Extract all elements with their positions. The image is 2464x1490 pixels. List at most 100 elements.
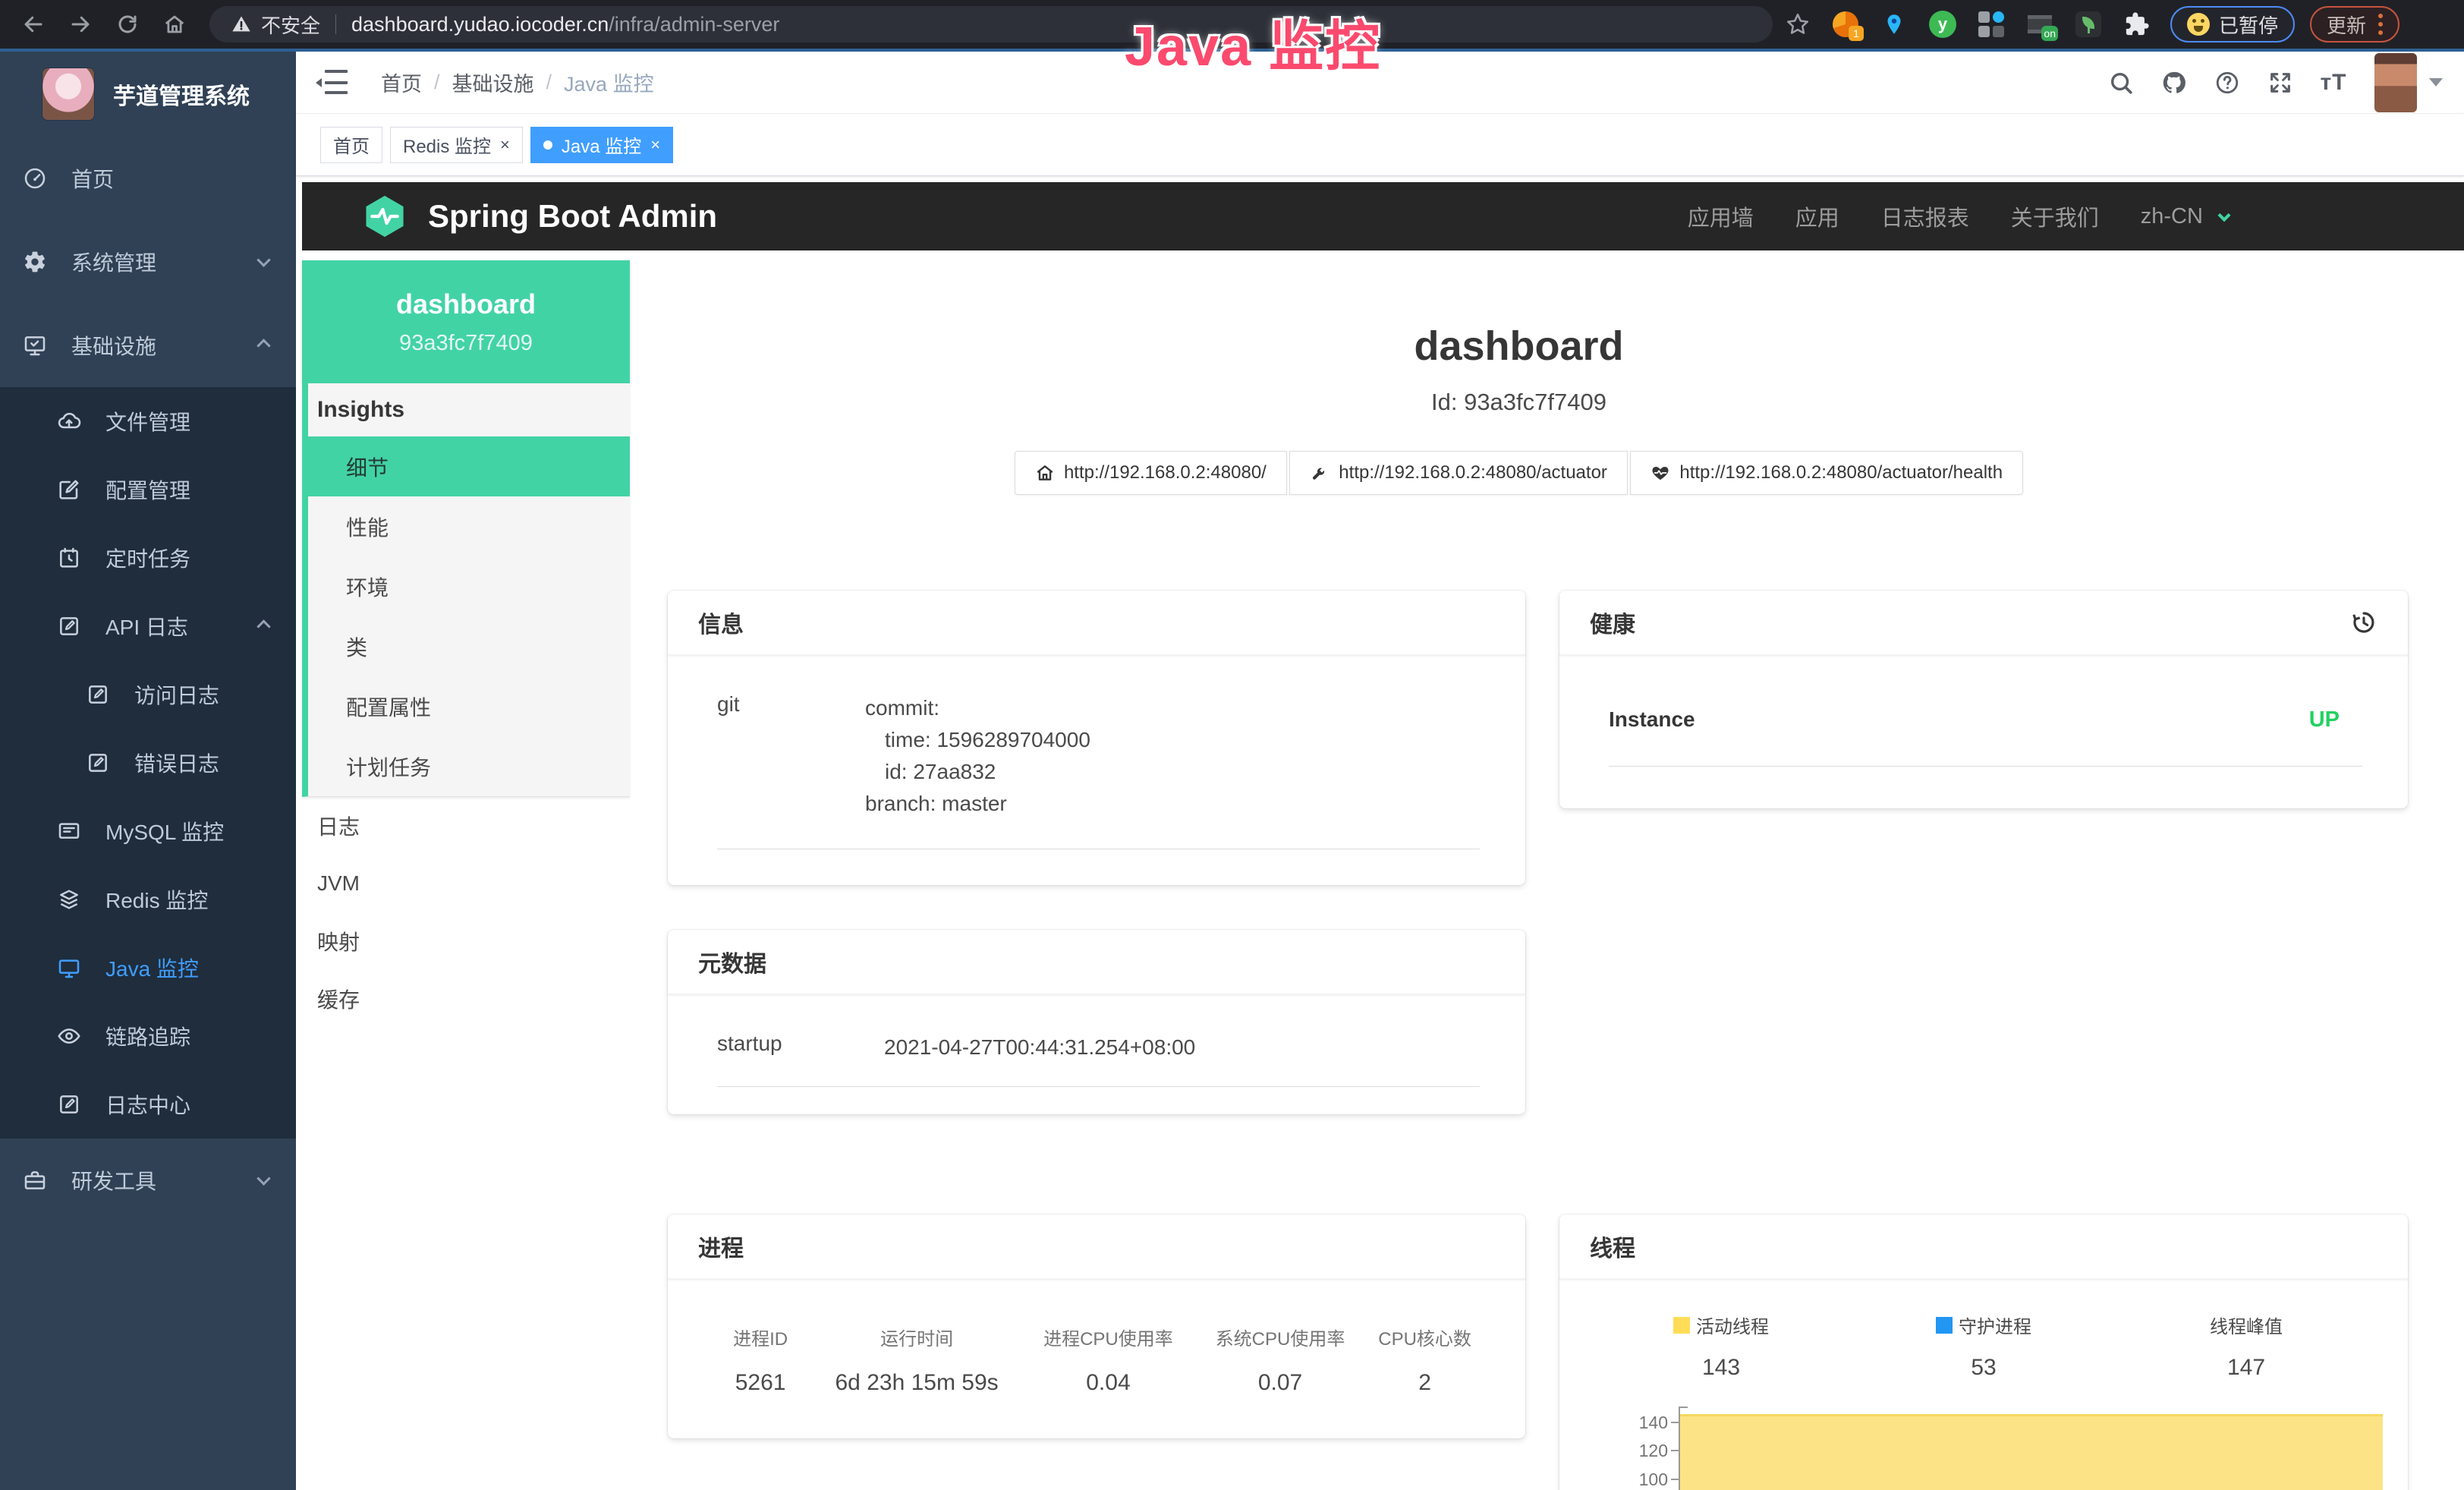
breadcrumb-current: Java 监控 (564, 68, 654, 97)
update-label: 更新 (2327, 11, 2366, 39)
extension-icon-on-switch[interactable]: on (2025, 9, 2055, 39)
sidebar-item-devtools[interactable]: 研发工具 (0, 1139, 296, 1222)
timer-icon (57, 546, 81, 570)
browser-forward-icon[interactable] (67, 11, 94, 38)
extension-icon-green-circle[interactable]: y (1927, 9, 1958, 39)
admin-sidebar: 芋道管理系统 首页 系统管理 基础设施 文件管理 配置管理 (0, 52, 296, 1490)
paused-profile-chip[interactable]: 已暂停 (2170, 6, 2295, 43)
legend-live-threads: 活动线程 143 (1590, 1312, 1852, 1381)
sidebar-item-java-monitor[interactable]: Java 监控 (0, 934, 296, 1002)
git-info-row: git commit: time: 1596289704000 id: 27aa… (717, 692, 1480, 849)
sidebar-item-file-manage[interactable]: 文件管理 (0, 387, 296, 455)
info-card: 信息 git commit: time: 1596289704000 id: 2… (668, 591, 1525, 885)
instance-id: 93a3fc7f7409 (399, 331, 533, 356)
breadcrumb-home[interactable]: 首页 (381, 68, 422, 97)
active-tab-dot (543, 140, 552, 150)
extension-icon-grid[interactable] (1976, 9, 2006, 39)
sidebar-item-redis-monitor[interactable]: Redis 监控 (0, 865, 296, 934)
extension-icon-orange[interactable]: 1 (1830, 9, 1861, 39)
chevron-down-icon (2218, 209, 2231, 222)
browser-back-icon[interactable] (20, 11, 47, 38)
health-url-button[interactable]: http://192.168.0.2:48080/actuator/health (1630, 451, 2023, 495)
sba-side-item-config-props[interactable]: 配置属性 (308, 676, 630, 736)
sba-instance-header[interactable]: dashboard 93a3fc7f7409 (302, 260, 630, 383)
sidebar-item-system[interactable]: 系统管理 (0, 220, 296, 304)
sba-language-select[interactable]: zh-CN (2141, 204, 2229, 229)
sba-nav-journal[interactable]: 日志报表 (1881, 200, 1969, 232)
tags-view-bar: 首页 Redis 监控 × Java 监控 × (296, 114, 2464, 176)
fullscreen-icon[interactable] (2265, 68, 2296, 98)
sba-nav-applications[interactable]: 应用 (1795, 200, 1839, 232)
app-logo-row[interactable]: 芋道管理系统 (0, 52, 296, 137)
tab-close-icon[interactable]: × (650, 137, 660, 153)
sidebar-item-api-log[interactable]: API 日志 (0, 592, 296, 660)
history-icon[interactable] (2350, 609, 2377, 636)
tab-redis-monitor[interactable]: Redis 监控 × (390, 127, 523, 163)
sba-side-item-jvm[interactable]: JVM (302, 855, 630, 912)
sidebar-item-label: 系统管理 (71, 247, 156, 277)
sidebar-item-label: 首页 (71, 163, 114, 194)
extension-icon-sprout[interactable] (2073, 9, 2104, 39)
navbar-actions: ᴛT (2083, 53, 2464, 112)
sidebar-item-error-log[interactable]: 错误日志 (0, 729, 296, 797)
sidebar-item-mysql-monitor[interactable]: MySQL 监控 (0, 797, 296, 865)
live-threads-area (1680, 1414, 2383, 1490)
legend-daemon-threads: 守护进程 53 (1852, 1312, 2115, 1381)
layers-stack-icon (57, 887, 81, 912)
extension-icon-pin[interactable] (1879, 9, 1909, 39)
user-avatar[interactable] (2374, 53, 2417, 112)
extensions-puzzle-icon[interactable] (2122, 9, 2152, 39)
sidebar-item-scheduled-jobs[interactable]: 定时任务 (0, 524, 296, 592)
search-icon[interactable] (2106, 68, 2136, 98)
sba-side-item-environment[interactable]: 环境 (308, 556, 630, 616)
sba-side-item-mappings[interactable]: 映射 (302, 912, 630, 970)
github-icon[interactable] (2159, 68, 2189, 98)
tab-close-icon[interactable]: × (500, 137, 510, 153)
sidebar-item-label: 链路追踪 (105, 1021, 190, 1051)
update-button[interactable]: 更新 (2310, 6, 2399, 43)
browser-menu-kebab-icon[interactable] (2378, 12, 2383, 37)
sba-header: Spring Boot Admin 应用墙 应用 日志报表 关于我们 zh-CN (302, 182, 2464, 250)
app-title: 芋道管理系统 (113, 77, 250, 111)
sidebar-collapse-icon[interactable] (319, 70, 349, 96)
chevron-down-icon (256, 253, 270, 266)
sba-side-item-metrics[interactable]: 性能 (308, 496, 630, 556)
sba-nav-about[interactable]: 关于我们 (2011, 200, 2099, 232)
help-icon[interactable] (2212, 68, 2242, 98)
sidebar-item-label: Java 监控 (105, 953, 199, 983)
live-threads-value: 143 (1590, 1355, 1852, 1381)
caret-down-icon[interactable] (2429, 78, 2443, 87)
actuator-url-button[interactable]: http://192.168.0.2:48080/actuator (1289, 451, 1628, 495)
sidebar-item-infra[interactable]: 基础设施 (0, 304, 296, 387)
tab-java-monitor[interactable]: Java 监控 × (530, 127, 673, 163)
font-size-icon[interactable]: ᴛT (2318, 68, 2349, 98)
sba-side-item-logs[interactable]: 日志 (302, 797, 630, 855)
y-axis-tickmark (1671, 1422, 1679, 1423)
instance-title: dashboard (630, 323, 2408, 370)
sidebar-item-home[interactable]: 首页 (0, 137, 296, 220)
sba-nav: 应用墙 应用 日志报表 关于我们 zh-CN (1646, 200, 2229, 232)
service-url-button[interactable]: http://192.168.0.2:48080/ (1015, 451, 1287, 495)
sidebar-item-config-manage[interactable]: 配置管理 (0, 455, 296, 524)
sba-side-item-classes[interactable]: 类 (308, 616, 630, 676)
instance-health-row[interactable]: Instance UP (1609, 707, 2362, 767)
sidebar-item-access-log[interactable]: 访问日志 (0, 660, 296, 729)
sba-nav-wallboard[interactable]: 应用墙 (1688, 200, 1754, 232)
browser-reload-icon[interactable] (114, 11, 141, 38)
sba-side-item-caches[interactable]: 缓存 (302, 970, 630, 1028)
sidebar-item-tracing[interactable]: 链路追踪 (0, 1002, 296, 1070)
process-col-header: 进程CPU使用率 (1018, 1290, 1198, 1350)
breadcrumb-separator: / (546, 71, 552, 94)
tab-home[interactable]: 首页 (320, 127, 382, 163)
browser-home-icon[interactable] (161, 11, 188, 38)
breadcrumb-infra[interactable]: 基础设施 (452, 68, 534, 97)
sba-side-item-details[interactable]: 细节 (308, 436, 630, 496)
sba-side-item-scheduled-tasks[interactable]: 计划任务 (308, 736, 630, 796)
extension-badge: 1 (1849, 26, 1864, 41)
document-pencil-icon (57, 1092, 81, 1117)
sba-brand[interactable]: Spring Boot Admin (428, 198, 717, 235)
address-bar[interactable]: 不安全 dashboard.yudao.iocoder.cn /infra/ad… (209, 6, 1773, 43)
bookmark-star-icon[interactable] (1785, 11, 1811, 37)
sba-main-content: dashboard Id: 93a3fc7f7409 http://192.16… (630, 250, 2464, 1490)
sidebar-item-log-center[interactable]: 日志中心 (0, 1070, 296, 1139)
